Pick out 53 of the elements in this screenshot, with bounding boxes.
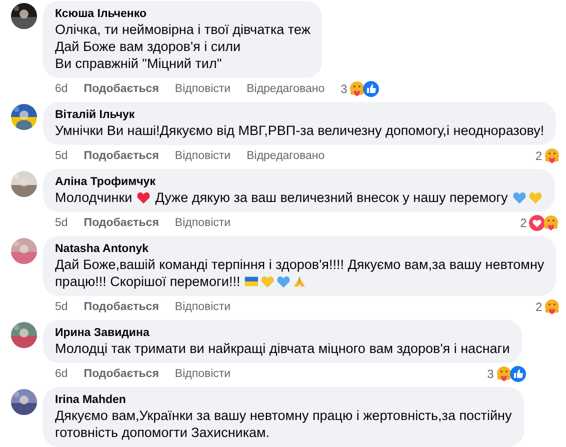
author-name[interactable]: Ирина Завидина bbox=[55, 326, 510, 340]
reaction-count[interactable]: 2 bbox=[535, 300, 542, 314]
like-icon bbox=[510, 366, 526, 382]
timestamp-link[interactable]: 6d bbox=[55, 368, 68, 380]
praying-hands-icon bbox=[292, 274, 308, 289]
reaction-count[interactable]: 3 bbox=[487, 367, 494, 381]
edited-label[interactable]: Відредаговано bbox=[246, 83, 325, 95]
reaction-count[interactable]: 3 bbox=[340, 82, 348, 96]
timestamp-link[interactable]: 6d bbox=[55, 83, 68, 95]
like-link[interactable]: Подобається bbox=[84, 301, 159, 313]
timestamp-link[interactable]: 5d bbox=[55, 217, 68, 229]
reply-link[interactable]: Відповісти bbox=[174, 217, 231, 229]
reply-link[interactable]: Відповісти bbox=[174, 301, 231, 313]
reaction-count[interactable]: 2 bbox=[535, 149, 542, 163]
comment-text: Молодчинки bbox=[55, 189, 132, 206]
hug-emoji-icon bbox=[544, 148, 560, 164]
heart-icon bbox=[512, 190, 527, 205]
reply-link[interactable]: Відповісти bbox=[174, 368, 231, 380]
like-link[interactable]: Подобається bbox=[84, 150, 159, 162]
comment-text: Умнічки Ви наші!Дякуємо від МВГ,РВП-за величезну допомогу,і неодноразову! bbox=[55, 122, 544, 139]
author-name[interactable]: Ксюша Ільченко bbox=[55, 7, 310, 21]
edited-label[interactable]: Відредаговано bbox=[246, 150, 325, 162]
comment-text: працю!!! Скорішої перемоги!!! bbox=[55, 273, 240, 290]
like-link[interactable]: Подобається bbox=[84, 83, 159, 95]
comment-text: Дякуємо вам,Українки за вашу невтомну працю і жертовність,за постійну bbox=[55, 407, 512, 424]
like-link[interactable]: Подобається bbox=[84, 217, 159, 229]
comment-text: Олічка, ти неймовірна і твої дівчатка теж bbox=[55, 21, 310, 38]
hug-emoji-icon bbox=[542, 215, 559, 231]
hug-emoji-icon bbox=[349, 81, 366, 97]
heart-icon bbox=[528, 190, 543, 205]
heart-icon bbox=[136, 190, 152, 205]
comment-text: Дуже дякую за ваш величезний внесок у нашу перемогу bbox=[155, 189, 508, 206]
reply-link[interactable]: Відповісти bbox=[174, 83, 231, 95]
flag-icon bbox=[244, 274, 260, 289]
hug-emoji-icon bbox=[544, 299, 560, 315]
hug-emoji-icon bbox=[496, 366, 512, 382]
author-name[interactable]: Аліна Трофимчук bbox=[55, 175, 543, 189]
comment-text: Ви справжній "Міцний тил" bbox=[55, 55, 222, 72]
heart-icon bbox=[260, 274, 276, 289]
reaction-count[interactable]: 2 bbox=[520, 216, 527, 230]
reply-link[interactable]: Відповісти bbox=[174, 150, 231, 162]
comment-text: Дай Боже,вашій команді терпіння і здоров'я!!!! Дякуємо вам,за вашу невтомну bbox=[55, 256, 544, 273]
author-name[interactable]: Віталій Ільчук bbox=[55, 108, 544, 122]
comment-text: Молодці так тримати ви найкращі дівчата міцного вам здоров'я і наснаги bbox=[55, 340, 510, 357]
comment-text: готовність допомогти Захисникам. bbox=[55, 424, 270, 441]
comment-text: Дай Боже вам здоров'я і сили bbox=[55, 38, 241, 55]
like-icon bbox=[363, 81, 380, 97]
author-name[interactable]: Natasha Antonyk bbox=[55, 242, 544, 256]
timestamp-link[interactable]: 5d bbox=[55, 301, 68, 313]
like-link[interactable]: Подобається bbox=[84, 368, 159, 380]
author-name[interactable]: Irina Mahden bbox=[55, 393, 512, 407]
timestamp-link[interactable]: 5d bbox=[55, 150, 68, 162]
heart-icon bbox=[276, 274, 292, 289]
